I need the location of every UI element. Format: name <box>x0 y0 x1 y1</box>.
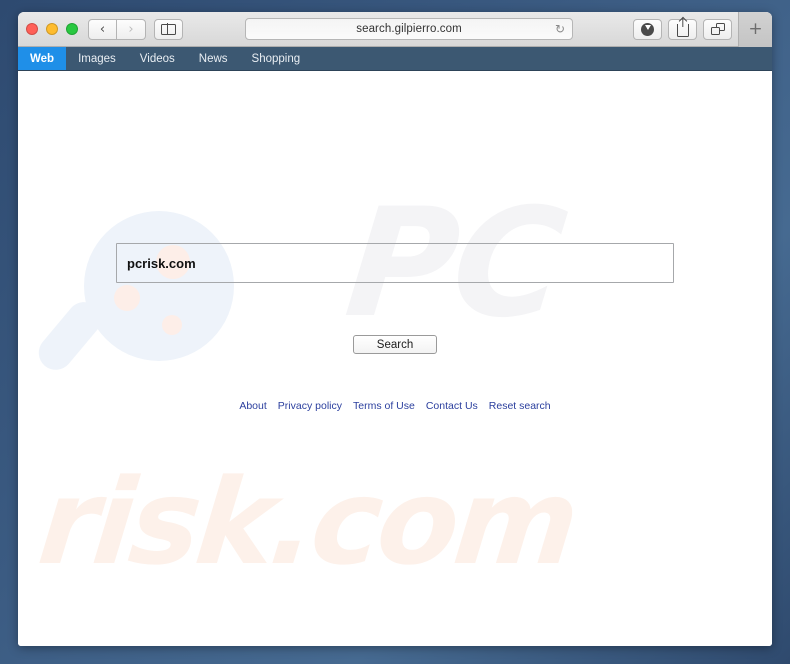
downloads-button[interactable] <box>633 18 662 40</box>
browser-toolbar: ‹ › search.gilpierro.com ↻ + <box>18 12 772 47</box>
nav-item-label: Web <box>30 52 55 65</box>
footer-link-contact-us[interactable]: Contact Us <box>426 400 478 412</box>
sidebar-icon <box>161 23 176 35</box>
plus-icon: + <box>748 18 763 39</box>
search-button[interactable]: Search <box>353 335 437 354</box>
footer-link-reset-search[interactable]: Reset search <box>489 400 551 412</box>
nav-item-shopping[interactable]: Shopping <box>240 47 313 70</box>
nav-item-label: News <box>198 52 228 65</box>
nav-item-videos[interactable]: Videos <box>128 47 187 70</box>
chevron-left-icon: ‹ <box>99 21 106 37</box>
search-form: Search About Privacy policy Terms of Use… <box>18 71 772 412</box>
footer-links: About Privacy policy Terms of Use Contac… <box>18 400 772 412</box>
search-input[interactable] <box>116 243 674 283</box>
footer-link-about[interactable]: About <box>239 400 266 412</box>
navigation-buttons: ‹ › <box>88 18 146 40</box>
download-icon <box>641 22 654 36</box>
sidebar-toggle-button[interactable] <box>154 18 183 40</box>
address-bar-container: search.gilpierro.com ↻ <box>191 18 627 40</box>
forward-button[interactable]: › <box>117 18 146 40</box>
new-tab-button[interactable]: + <box>738 12 772 47</box>
nav-item-news[interactable]: News <box>187 47 240 70</box>
back-button[interactable]: ‹ <box>88 18 117 40</box>
nav-item-images[interactable]: Images <box>66 47 128 70</box>
nav-item-label: Images <box>78 52 116 65</box>
tab-overview-icon <box>710 23 725 35</box>
watermark-text-risk: risk.com <box>32 453 582 591</box>
minimize-button[interactable] <box>46 23 58 35</box>
site-nav-bar: Web Images Videos News Shopping <box>18 47 772 71</box>
share-icon <box>676 24 689 37</box>
desktop-backdrop: ‹ › search.gilpierro.com ↻ + Web Images … <box>0 0 790 664</box>
address-bar[interactable]: search.gilpierro.com ↻ <box>245 18 573 40</box>
share-button[interactable] <box>668 18 697 40</box>
window-controls <box>26 23 78 35</box>
nav-item-label: Shopping <box>251 52 301 65</box>
close-button[interactable] <box>26 23 38 35</box>
browser-window: ‹ › search.gilpierro.com ↻ + Web Images … <box>18 12 772 646</box>
footer-link-privacy-policy[interactable]: Privacy policy <box>278 400 342 412</box>
page-content: PC risk.com Search About Privacy policy … <box>18 71 772 646</box>
nav-item-label: Videos <box>139 52 175 65</box>
url-text: search.gilpierro.com <box>356 23 462 35</box>
chevron-right-icon: › <box>128 21 134 37</box>
reload-icon[interactable]: ↻ <box>555 23 565 35</box>
tab-overview-button[interactable] <box>703 18 732 40</box>
maximize-button[interactable] <box>66 23 78 35</box>
footer-link-terms-of-use[interactable]: Terms of Use <box>353 400 415 412</box>
toolbar-right-tools <box>633 18 732 40</box>
sidebar-toggle-group <box>154 18 183 40</box>
nav-item-web[interactable]: Web <box>18 47 67 70</box>
